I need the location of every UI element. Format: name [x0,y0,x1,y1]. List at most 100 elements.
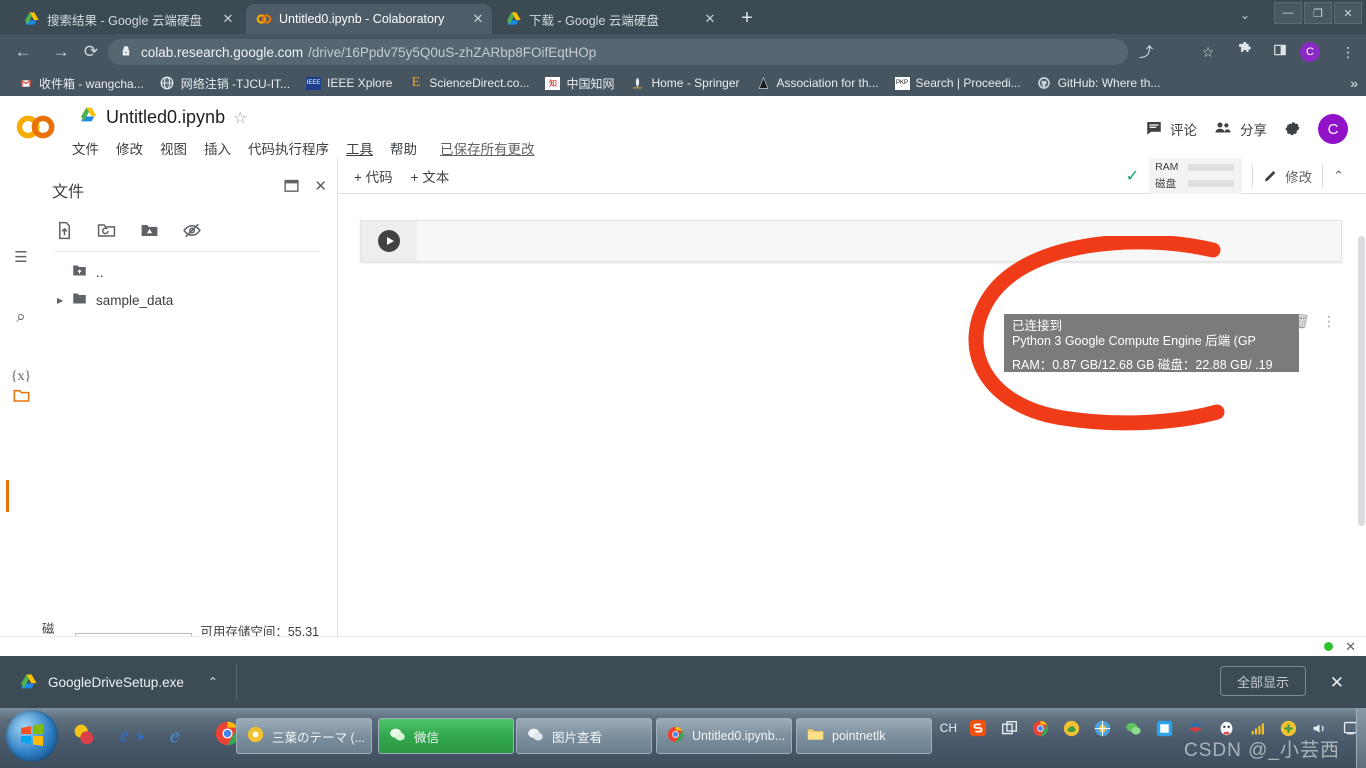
start-button[interactable] [6,710,58,762]
share-button[interactable]: 分享 [1213,119,1267,140]
back-button[interactable]: ← [10,40,36,64]
menu-insert[interactable]: 插入 [204,138,231,158]
chrome-tray-icon[interactable] [1030,718,1050,738]
tab-close-icon[interactable]: ✕ [470,11,486,27]
ie-launch-icon[interactable]: e [118,720,148,750]
run-cell-button[interactable] [361,221,417,261]
settings-button[interactable] [1283,118,1302,140]
tab-close-icon[interactable]: ✕ [220,11,236,27]
tooltip-line-2: Python 3 Google Compute Engine 后端 (GP [1012,334,1256,348]
taskbar-button-media[interactable]: 三葉のテーマ (... [236,718,372,754]
firefox-tray-icon[interactable] [1061,718,1081,738]
divider [235,664,237,700]
search-icon[interactable]: ⌕ [8,304,34,330]
star-icon[interactable]: ☆ [233,108,247,128]
side-panel-icon[interactable] [1268,41,1292,63]
reload-button[interactable]: ⟳ [78,40,104,64]
files-icon[interactable] [8,382,34,408]
code-cell[interactable] [360,220,1342,262]
save-status[interactable]: 已保存所有更改 [440,138,535,158]
drive-icon [80,106,98,129]
taskbar-button-image-viewer[interactable]: 图片查看 [516,718,652,754]
bookmark-star-icon[interactable]: ☆ [1196,41,1220,63]
menu-help[interactable]: 帮助 [390,138,417,158]
bookmark-item[interactable]: GitHub: Where th... [1029,72,1169,94]
taskbar-button-pointnetlk[interactable]: pointnetlk [796,718,932,754]
browser-tab-2[interactable]: Untitled0.ipynb - Colaboratory ✕ [246,4,492,34]
resource-usage-box[interactable]: RAM 磁盘 [1149,158,1243,194]
download-item[interactable]: GoogleDriveSetup.exe ⌃ [0,673,218,691]
scrollbar-thumb[interactable] [1358,236,1365,526]
menu-runtime[interactable]: 代码执行程序 [248,138,329,158]
close-window-button[interactable]: ✕ [1334,2,1362,24]
toggle-hidden-eye-off-icon[interactable] [182,221,202,245]
extensions-icon[interactable] [1232,41,1256,63]
wechat-tray-icon[interactable] [1123,718,1143,738]
menu-file[interactable]: 文件 [72,138,99,158]
open-in-new-icon[interactable] [283,177,300,198]
edit-button[interactable]: 修改 [1263,166,1312,186]
menu-edit[interactable]: 修改 [116,138,143,158]
close-download-bar-icon[interactable]: ✕ [1330,673,1344,693]
bookmark-item[interactable]: Home - Springer [622,72,747,94]
close-icon[interactable]: ✕ [314,177,327,198]
bookmark-item[interactable]: E ScienceDirect.co... [400,72,537,94]
mount-drive-icon[interactable] [139,221,160,245]
connected-check-icon: ✓ [1125,168,1140,185]
add-text-cell-button[interactable]: + 文本 [411,166,450,186]
bookmark-item[interactable]: PKP Search | Proceedi... [887,72,1029,94]
upload-file-icon[interactable] [55,221,74,245]
bookmark-item[interactable]: 网络注销 -TJCU-IT... [152,72,298,94]
ie-browser-icon[interactable]: e [166,720,196,750]
bookmark-item[interactable]: 收件箱 - wangcha... [10,72,152,94]
bookmark-item[interactable]: IEEE IEEE Xplore [298,72,400,94]
add-code-cell-button[interactable]: + 代码 [354,166,393,186]
media-player-icon[interactable] [70,720,100,750]
show-desktop-button[interactable] [1356,708,1366,768]
minimize-button[interactable]: — [1274,2,1302,24]
tab-close-icon[interactable]: ✕ [702,11,718,27]
chevron-up-icon[interactable]: ⌃ [1333,168,1344,184]
runtime-status[interactable]: ✓ RAM 磁盘 修改 ⌃ [1126,158,1344,194]
file-tree-label: .. [96,264,104,280]
menu-tools[interactable]: 工具 [346,138,373,158]
file-tree-row-parent[interactable]: .. [55,258,325,286]
maximize-button[interactable]: ❐ [1304,2,1332,24]
refresh-folder-icon[interactable] [96,221,117,245]
more-options-icon[interactable]: ⋮ [1322,313,1336,330]
comment-button[interactable]: 评论 [1145,119,1197,140]
pkp-icon: PKP [894,76,910,91]
bookmark-label: 中国知网 [566,76,615,91]
tooltip-line-3: RAM：0.87 GB/12.68 GB 磁盘：22.88 GB/ .19 GB [1012,358,1273,387]
taskbar-button-colab[interactable]: Untitled0.ipynb... [656,718,792,754]
app-blue-icon[interactable] [1154,718,1174,738]
windows-stack-icon[interactable] [999,718,1019,738]
status-close-icon[interactable]: ✕ [1345,639,1356,655]
sogou-icon[interactable] [968,718,988,738]
chevron-right-icon[interactable]: ▶ [57,296,63,305]
share-icon[interactable]: ⤴ [1134,41,1158,63]
notebook-name[interactable]: Untitled0.ipynb [106,107,225,128]
bookmark-item[interactable]: Association for th... [748,72,887,94]
profile-avatar[interactable]: C [1300,42,1320,62]
menu-view[interactable]: 视图 [160,138,187,158]
taskbar-button-wechat[interactable]: 微信 [378,718,514,754]
bookmarks-overflow-button[interactable]: » [1350,75,1358,91]
address-bar[interactable]: colab.research.google.com/drive/16Ppdv75… [108,39,1128,65]
browser-tab-1[interactable]: 搜索结果 - Google 云端硬盘 ✕ [14,4,242,34]
browser-tab-3[interactable]: 下载 - Google 云端硬盘 ✕ [496,4,724,34]
bookmark-item[interactable]: 知 中国知网 [537,72,622,94]
chevron-up-icon[interactable]: ⌃ [208,675,218,689]
table-of-contents-icon[interactable]: ☰ [8,244,34,270]
file-tree-row-sample-data[interactable]: ▶ sample_data [55,286,325,314]
ram-label: RAM [1155,161,1179,173]
browser-tray-icon[interactable] [1092,718,1112,738]
avatar[interactable]: C [1318,114,1348,144]
show-all-downloads-button[interactable]: 全部显示 [1219,666,1306,696]
colab-icon [256,11,272,27]
tab-search-chevron-down-icon[interactable]: ⌄ [1240,8,1250,22]
ime-indicator[interactable]: CH [940,721,957,735]
new-tab-button[interactable]: + [735,8,759,30]
forward-button[interactable]: → [48,40,74,64]
chrome-menu-icon[interactable]: ⋮ [1336,41,1360,63]
